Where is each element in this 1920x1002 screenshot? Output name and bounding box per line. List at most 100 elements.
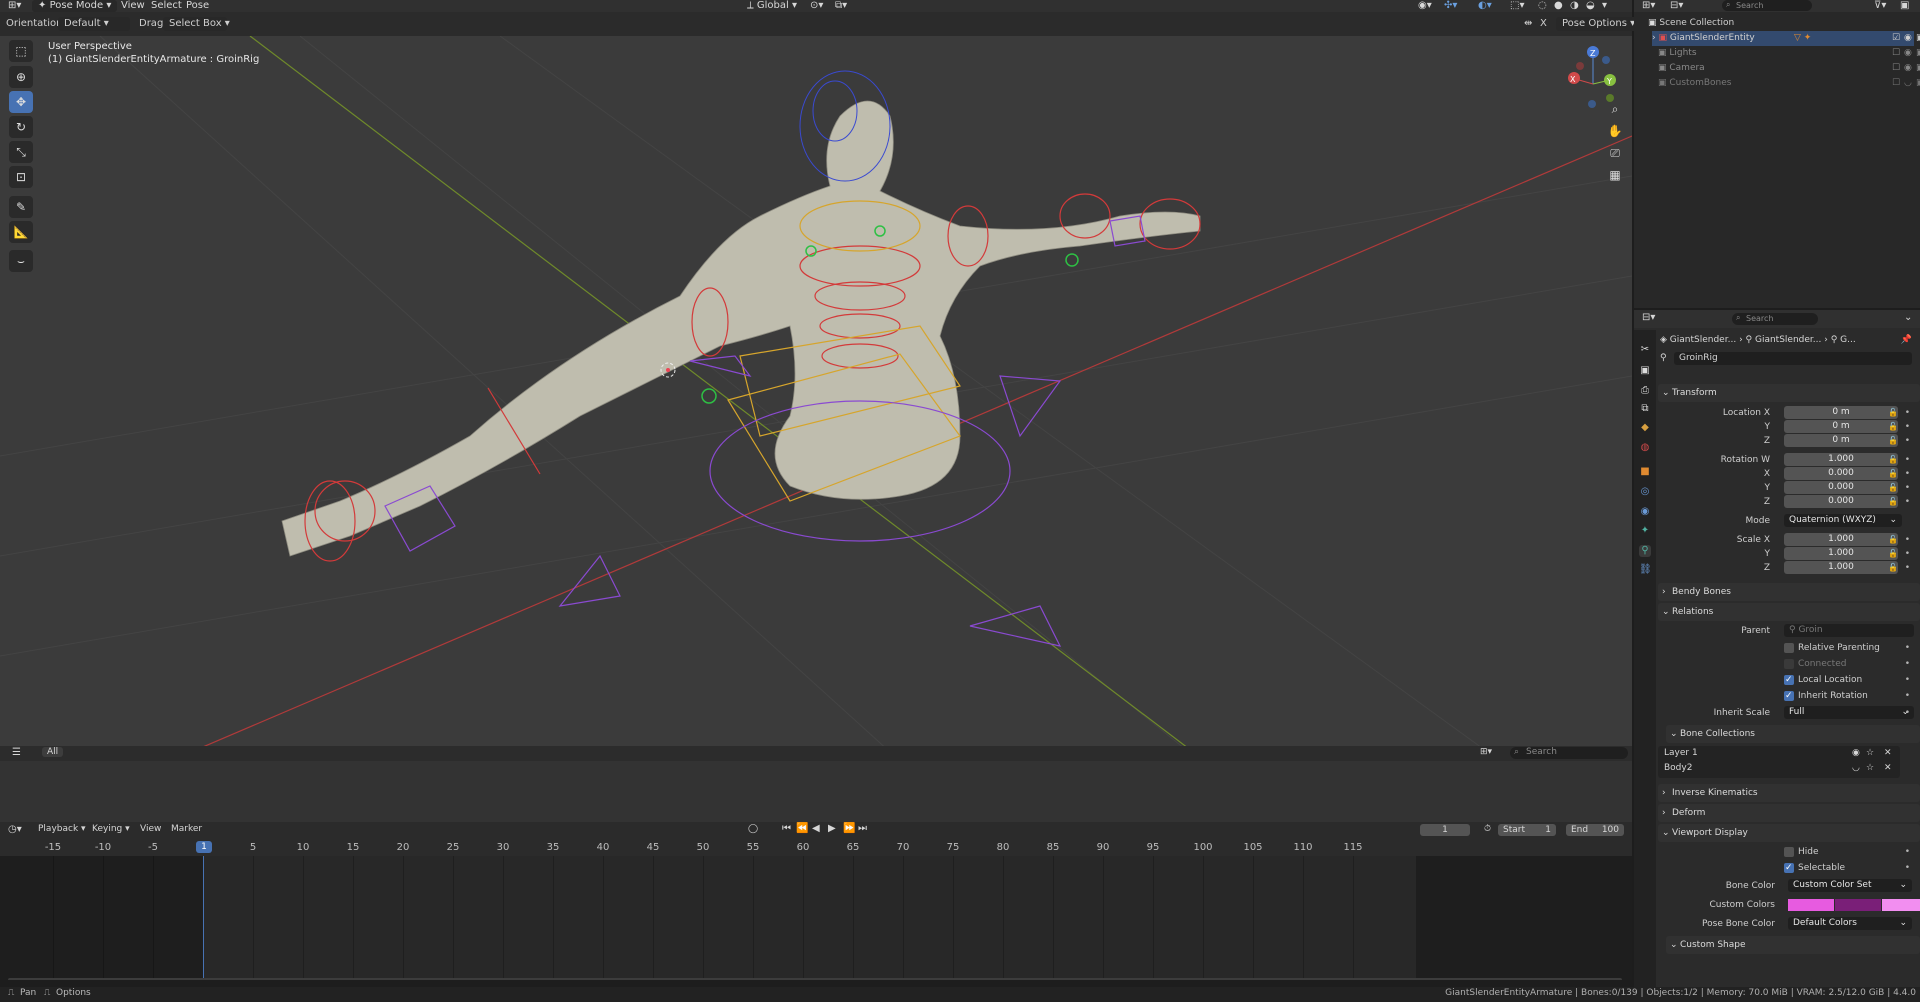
- color-swatch[interactable]: [1882, 899, 1920, 911]
- shading-options-icon[interactable]: ▾: [1602, 0, 1607, 12]
- transform-panel-header[interactable]: ⌄ Transform: [1658, 384, 1920, 402]
- bone-constraint-tab-icon[interactable]: ⛓: [1639, 564, 1652, 576]
- filter-icon[interactable]: ⊽▾: [1874, 0, 1886, 11]
- relations-panel-header[interactable]: ⌄ Relations: [1658, 603, 1920, 621]
- keyframe-dot[interactable]: •: [1905, 420, 1910, 434]
- checkbox-icon[interactable]: ☐: [1892, 46, 1900, 61]
- xray-icon[interactable]: ⬚▾: [1510, 0, 1524, 12]
- mode-dropdown[interactable]: ✦ Pose Mode ▾: [32, 0, 118, 12]
- eye-closed-icon[interactable]: ◡: [1852, 763, 1860, 773]
- annotate-tool[interactable]: ✎: [9, 196, 33, 218]
- orientation-dropdown[interactable]: Default ▾: [58, 17, 130, 31]
- parent-field[interactable]: ⚲ Groin: [1784, 624, 1914, 637]
- bone-color-dropdown[interactable]: Custom Color Set ⌄: [1788, 879, 1912, 892]
- location-y-field[interactable]: 0 m: [1784, 420, 1898, 433]
- lock-icon[interactable]: 🔓: [1888, 467, 1898, 481]
- menu-keying[interactable]: Keying ▾: [92, 824, 130, 834]
- modifier-tab-icon[interactable]: ◎: [1639, 486, 1651, 498]
- relative-parenting-checkbox[interactable]: [1784, 643, 1794, 653]
- perspective-toggle-icon[interactable]: ▦: [1604, 164, 1626, 186]
- rotation-w-field[interactable]: 1.000: [1784, 453, 1898, 466]
- snap-icon[interactable]: ⧉▾: [835, 0, 847, 12]
- visibility-icon[interactable]: ◉▾: [1418, 0, 1432, 12]
- keyframe-dot[interactable]: •: [1905, 453, 1910, 467]
- keyframe-dot[interactable]: •: [1905, 434, 1910, 448]
- outliner-item-custombones[interactable]: ▣ CustomBones ☐ ◡ ▣: [1658, 76, 1920, 91]
- lock-icon[interactable]: 🔓: [1888, 533, 1898, 547]
- asset-filter-all[interactable]: All: [42, 747, 64, 757]
- checkbox-icon[interactable]: ☐: [1892, 76, 1900, 91]
- bone-collection-item[interactable]: Layer 1: [1664, 748, 1698, 758]
- bone-collections-panel-header[interactable]: ⌄ Bone Collections: [1666, 725, 1920, 743]
- camera-render-icon[interactable]: ▣: [1916, 61, 1920, 76]
- location-x-field[interactable]: 0 m: [1784, 406, 1898, 419]
- current-frame-field[interactable]: 1: [1420, 824, 1470, 836]
- menu-pose[interactable]: Pose: [186, 0, 209, 12]
- rotation-x-field[interactable]: 0.000: [1784, 467, 1898, 480]
- properties-editor-icon[interactable]: ⊟▾: [1642, 312, 1655, 323]
- rotation-z-field[interactable]: 0.000: [1784, 495, 1898, 508]
- inherit-rotation-checkbox[interactable]: [1784, 689, 1794, 703]
- scale-y-field[interactable]: 1.000: [1784, 547, 1898, 560]
- world-tab-icon[interactable]: ◍: [1639, 442, 1651, 454]
- cursor-tool[interactable]: ⊕: [9, 66, 33, 88]
- move-tool[interactable]: ✥: [9, 91, 33, 113]
- play-reverse-icon[interactable]: ◀: [812, 823, 820, 834]
- scene-collection-row[interactable]: ▣ Scene Collection: [1648, 16, 1920, 31]
- keyframe-dot[interactable]: •: [1905, 657, 1910, 671]
- hamburger-icon[interactable]: ☰: [12, 747, 21, 758]
- lock-icon[interactable]: 🔓: [1888, 434, 1898, 448]
- keyframe-dot[interactable]: •: [1905, 861, 1910, 875]
- rotate-tool[interactable]: ↻: [9, 116, 33, 138]
- scene-tab-icon[interactable]: ◆: [1639, 422, 1651, 434]
- editor-type-icon[interactable]: ⊞▾: [8, 0, 21, 12]
- play-icon[interactable]: ▶: [828, 823, 836, 834]
- keyframe-dot[interactable]: •: [1905, 547, 1910, 561]
- selectable-checkbox[interactable]: [1784, 861, 1794, 875]
- tool-tab-icon[interactable]: ✂: [1639, 344, 1651, 356]
- new-collection-icon[interactable]: ▣: [1900, 0, 1909, 11]
- menu-timeline-view[interactable]: View: [140, 824, 161, 834]
- lock-icon[interactable]: 🔓: [1888, 481, 1898, 495]
- auto-key-icon[interactable]: ◯: [748, 824, 758, 834]
- asset-view-icon[interactable]: ⊞▾: [1480, 747, 1492, 757]
- keyframe-dot[interactable]: •: [1905, 467, 1910, 481]
- preview-range-icon[interactable]: ⏱: [1484, 824, 1491, 834]
- keyframe-dot[interactable]: •: [1905, 406, 1910, 420]
- camera-render-icon[interactable]: ▣: [1916, 46, 1920, 61]
- outliner-item-lights[interactable]: ▣ Lights ☐ ◉ ▣: [1658, 46, 1920, 61]
- checkbox-icon[interactable]: ☑: [1892, 31, 1900, 46]
- keyframe-dot[interactable]: •: [1905, 673, 1910, 687]
- eye-icon[interactable]: ◉: [1852, 748, 1860, 758]
- viewport-display-panel-header[interactable]: ⌄ Viewport Display: [1658, 824, 1920, 842]
- timeline-body[interactable]: [0, 856, 1632, 980]
- zoom-icon[interactable]: ⌕: [1604, 98, 1626, 120]
- keyframe-dot[interactable]: •: [1905, 561, 1910, 575]
- remove-icon[interactable]: ✕: [1884, 763, 1892, 773]
- connected-checkbox[interactable]: [1784, 659, 1794, 669]
- local-location-checkbox[interactable]: [1784, 673, 1794, 687]
- start-frame-field[interactable]: Start 1: [1498, 824, 1556, 836]
- lock-icon[interactable]: 🔓: [1888, 420, 1898, 434]
- object-tab-icon[interactable]: ■: [1639, 466, 1651, 478]
- deform-panel-header[interactable]: › Deform: [1658, 804, 1920, 822]
- outliner-editor-icon[interactable]: ⊞▾: [1642, 0, 1655, 11]
- measure-tool[interactable]: 📐: [9, 221, 33, 243]
- lock-icon[interactable]: 🔓: [1888, 453, 1898, 467]
- scale-z-field[interactable]: 1.000: [1784, 561, 1898, 574]
- playhead-frame-label[interactable]: 1: [196, 841, 212, 853]
- timeline-scrollbar[interactable]: [8, 978, 1622, 980]
- keyframe-dot[interactable]: •: [1905, 706, 1910, 720]
- shading-material-icon[interactable]: ◑: [1570, 0, 1579, 12]
- eye-closed-icon[interactable]: ◡: [1904, 76, 1912, 91]
- render-tab-icon[interactable]: ▣: [1639, 365, 1651, 377]
- bone-size-tool[interactable]: ⌣: [9, 250, 33, 272]
- shading-solid-icon[interactable]: ●: [1554, 0, 1563, 12]
- shading-wireframe-icon[interactable]: ◌: [1538, 0, 1547, 12]
- jump-keyframe-back-icon[interactable]: ⏪: [796, 823, 808, 834]
- menu-playback[interactable]: Playback ▾: [38, 824, 86, 834]
- hide-checkbox[interactable]: [1784, 847, 1794, 857]
- timeline-editor-icon[interactable]: ◷▾: [8, 824, 22, 835]
- keyframe-dot[interactable]: •: [1905, 641, 1910, 655]
- menu-view[interactable]: View: [121, 0, 145, 12]
